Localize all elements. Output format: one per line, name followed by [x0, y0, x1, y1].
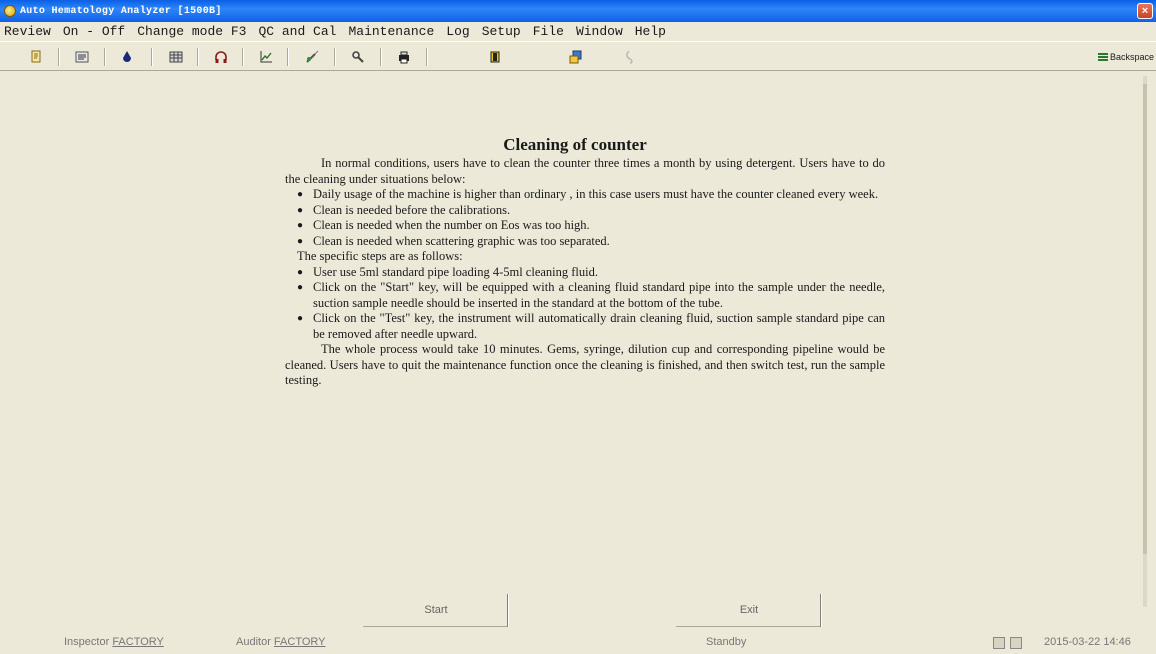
menu-bar: Review On - Off Change mode F3 QC and Ca…	[0, 22, 1156, 41]
step-text: User use 5ml standard pipe loading 4-5ml…	[313, 264, 599, 279]
inspector-field: Inspector FACTORY	[64, 636, 164, 648]
situation-text: Clean is needed when scattering graphic …	[313, 233, 610, 248]
situation-text: Clean is needed before the calibrations.	[313, 202, 511, 217]
instructions-title: Cleaning of counter	[503, 135, 647, 154]
inspector-value: FACTORY	[112, 636, 164, 648]
menu-on-off[interactable]: On - Off	[63, 24, 125, 39]
headphone-icon	[215, 51, 227, 63]
backspace-icon	[1097, 52, 1108, 62]
menu-qc-and-cal[interactable]: QC and Cal	[258, 24, 336, 39]
headphone-button[interactable]	[211, 47, 231, 67]
menu-review[interactable]: Review	[4, 24, 51, 39]
start-button[interactable]: Start	[363, 594, 509, 627]
app-icon	[4, 5, 16, 17]
steps-heading: The specific steps are as follows:	[297, 249, 463, 263]
situation-text: Clean is needed when the number on Eos w…	[313, 218, 590, 232]
step-text: Click on the "Start" key, will be equipp…	[313, 280, 885, 310]
window-title: Auto Hematology Analyzer [1500B]	[20, 5, 222, 17]
print-button[interactable]	[394, 47, 414, 67]
busy-icon	[626, 50, 633, 64]
status-bar: Inspector FACTORY Auditor FACTORY Standb…	[0, 632, 1156, 654]
list-item: ● Click on the "Test" key, the instrumen…	[285, 311, 885, 342]
print-icon	[399, 51, 409, 64]
volume-icon	[1010, 637, 1022, 649]
barrier-button[interactable]	[485, 47, 505, 67]
exit-button[interactable]: Exit	[676, 594, 822, 627]
network-icon	[993, 637, 1005, 649]
start-label: Start	[424, 604, 448, 616]
auditor-value: FACTORY	[273, 636, 326, 648]
list-icon	[75, 51, 89, 63]
datetime: 2015-03-22 14:46	[1044, 636, 1131, 648]
title-bar: Auto Hematology Analyzer [1500B] ×	[0, 0, 1156, 22]
closing-paragraph: The whole process would take 10 minutes.…	[285, 342, 885, 387]
menu-setup[interactable]: Setup	[482, 24, 521, 39]
bullet-icon: ●	[297, 204, 304, 216]
list-item: ● Clean is needed when scattering graphi…	[285, 234, 885, 250]
barrier-icon	[490, 51, 500, 63]
bullet-icon: ●	[297, 189, 304, 200]
close-icon: ×	[1141, 4, 1149, 17]
inspector-label: Inspector	[64, 636, 110, 648]
auditor-field: Auditor FACTORY	[236, 636, 325, 648]
list-item: ● Click on the "Start" key, will be equi…	[285, 280, 885, 311]
report-icon	[569, 50, 582, 64]
exit-label: Exit	[739, 604, 759, 616]
toolbar: Backspace	[0, 41, 1156, 71]
wrench-button[interactable]	[348, 47, 368, 67]
chart-button[interactable]	[256, 47, 276, 67]
list-item: ● Daily usage of the machine is higher t…	[285, 187, 885, 203]
list-button[interactable]	[72, 47, 92, 67]
list-item: ● User use 5ml standard pipe loading 4-5…	[285, 265, 885, 281]
bullet-icon: ●	[297, 235, 304, 247]
busy-button[interactable]	[620, 47, 640, 67]
syringe-icon	[306, 50, 319, 63]
new-sample-icon	[31, 50, 41, 63]
drop-icon	[123, 51, 131, 62]
bullet-icon: ●	[297, 282, 304, 293]
vertical-scrollbar[interactable]	[1143, 76, 1147, 607]
main-panel: Cleaning of counter In normal conditions…	[7, 76, 1147, 607]
menu-change-mode[interactable]: Change mode F3	[137, 24, 246, 39]
auditor-label: Auditor	[236, 636, 271, 648]
bullet-icon: ●	[297, 220, 304, 231]
bullet-icon: ●	[297, 266, 304, 278]
step-text: Click on the "Test" key, the instrument …	[313, 311, 885, 341]
menu-log[interactable]: Log	[446, 24, 469, 39]
backspace-label: Backspace	[1109, 52, 1154, 62]
list-item: ● Clean is needed before the calibration…	[285, 203, 885, 219]
menu-window[interactable]: Window	[576, 24, 623, 39]
status-text: Standby	[706, 636, 747, 648]
new-sample-button[interactable]	[26, 47, 46, 67]
bullet-icon: ●	[297, 313, 304, 324]
grid-button[interactable]	[166, 47, 186, 67]
menu-help[interactable]: Help	[635, 24, 666, 39]
chart-icon	[260, 51, 272, 63]
menu-maintenance[interactable]: Maintenance	[348, 24, 434, 39]
syringe-button[interactable]	[302, 47, 322, 67]
backspace-button[interactable]: Backspace	[1097, 47, 1154, 67]
maintenance-instructions: Cleaning of counter In normal conditions…	[285, 135, 885, 389]
close-button[interactable]: ×	[1137, 3, 1153, 19]
report-button[interactable]	[566, 47, 586, 67]
situation-text: Daily usage of the machine is higher tha…	[313, 187, 879, 201]
menu-file[interactable]: File	[533, 24, 564, 39]
grid-icon	[169, 51, 183, 63]
wrench-icon	[352, 51, 364, 63]
intro-paragraph: In normal conditions, users have to clea…	[285, 156, 885, 186]
drop-button[interactable]	[117, 47, 137, 67]
list-item: ● Clean is needed when the number on Eos…	[285, 218, 885, 234]
